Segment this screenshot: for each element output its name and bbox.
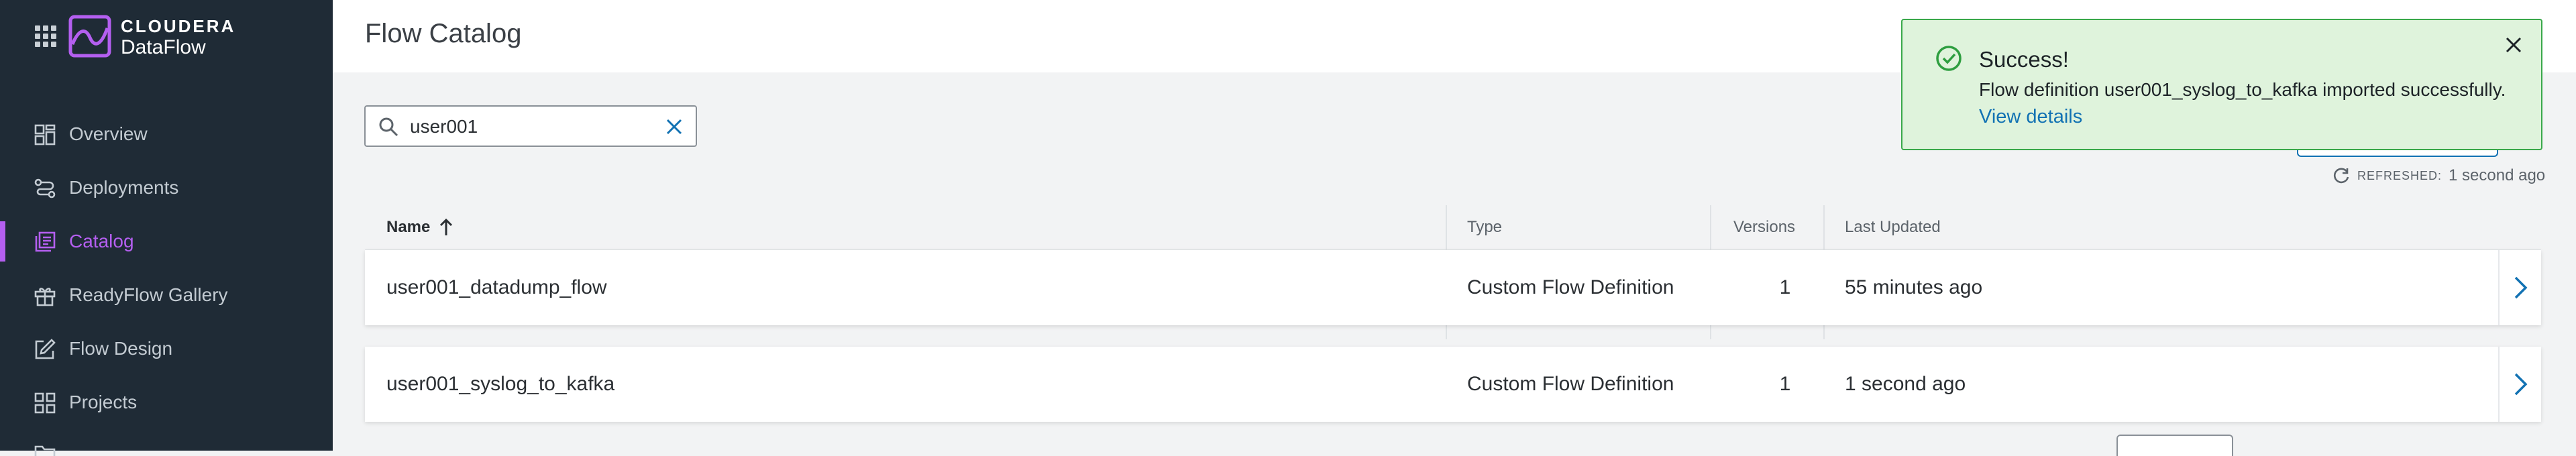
column-header-type[interactable]: Type	[1467, 205, 1502, 249]
table-row[interactable]: user001_datadump_flow Custom Flow Defini…	[365, 250, 2541, 325]
brand-company: CLOUDERA	[121, 16, 236, 36]
view-details-link[interactable]: View details	[1979, 106, 2082, 128]
sidebar-item-projects[interactable]: Projects	[0, 376, 333, 429]
sidebar: CLOUDERA DataFlow Overview Deployments C…	[0, 0, 333, 456]
projects-icon	[34, 392, 56, 414]
overview-icon	[34, 124, 56, 146]
column-header-label: Name	[386, 218, 431, 236]
catalog-icon	[35, 231, 56, 252]
sidebar-item-label: Catalog	[69, 231, 134, 251]
refresh-icon[interactable]	[2332, 166, 2351, 185]
flow-last-updated: 1 second ago	[1845, 373, 1966, 395]
row-expand-button[interactable]	[2498, 347, 2541, 422]
column-header-versions[interactable]: Versions	[1733, 205, 1795, 249]
flow-versions: 1	[1779, 276, 1791, 298]
sidebar-item-flow-design[interactable]: Flow Design	[0, 322, 333, 376]
close-icon[interactable]	[2504, 35, 2524, 55]
column-header-name[interactable]: Name	[386, 205, 454, 249]
sidebar-item-catalog[interactable]: Catalog	[0, 215, 333, 268]
flow-name: user001_datadump_flow	[386, 276, 607, 298]
flow-type: Custom Flow Definition	[1467, 276, 1674, 298]
sidebar-item-deployments[interactable]: Deployments	[0, 161, 333, 215]
refresh-time: 1 second ago	[2449, 166, 2546, 184]
search-icon	[379, 117, 398, 137]
flow-table: Name Type Versions Last Updated user001_…	[365, 205, 2541, 443]
success-toast: Success! Flow definition user001_syslog_…	[1901, 19, 2542, 150]
page-title: Flow Catalog	[365, 19, 522, 48]
check-circle-icon	[1936, 46, 1962, 71]
sidebar-item-label: ReadyFlow Gallery	[69, 284, 228, 305]
table-row[interactable]: user001_syslog_to_kafka Custom Flow Defi…	[365, 347, 2541, 422]
sidebar-item-more[interactable]	[0, 429, 333, 456]
sidebar-item-label: Overview	[69, 123, 148, 144]
toast-message: Flow definition user001_syslog_to_kafka …	[1979, 79, 2506, 100]
sidebar-item-readyflow-gallery[interactable]: ReadyFlow Gallery	[0, 268, 333, 322]
page-size-select[interactable]	[2116, 435, 2233, 456]
refresh-status: REFRESHED: 1 second ago	[2332, 166, 2545, 185]
flow-type: Custom Flow Definition	[1467, 373, 1674, 395]
toast-title: Success!	[1979, 47, 2069, 72]
column-header-last-updated[interactable]: Last Updated	[1845, 205, 1941, 249]
sidebar-item-overview[interactable]: Overview	[0, 107, 333, 161]
chevron-right-icon	[2514, 276, 2528, 299]
chevron-right-icon	[2514, 373, 2528, 396]
gift-icon	[34, 288, 56, 306]
clear-icon[interactable]	[663, 116, 685, 137]
refresh-label: REFRESHED:	[2357, 168, 2443, 182]
sidebar-item-label: Projects	[69, 392, 138, 412]
flow-last-updated: 55 minutes ago	[1845, 276, 1983, 298]
sidebar-item-label: Deployments	[69, 177, 179, 198]
flow-versions: 1	[1779, 373, 1791, 395]
search-input[interactable]	[409, 113, 639, 140]
table-header: Name Type Versions Last Updated	[365, 205, 2541, 250]
app-switcher-icon[interactable]	[35, 25, 56, 47]
row-expand-button[interactable]	[2498, 250, 2541, 325]
sort-ascending-icon	[440, 218, 453, 235]
sidebar-nav: Overview Deployments Catalog ReadyFlow G…	[0, 107, 333, 456]
deployments-icon	[34, 178, 56, 198]
search-box[interactable]	[364, 105, 697, 147]
brand[interactable]: CLOUDERA DataFlow	[121, 16, 235, 59]
folder-icon	[34, 445, 56, 456]
brand-product: DataFlow	[121, 36, 206, 58]
sidebar-item-label: Flow Design	[69, 338, 173, 359]
cloudera-logo-icon	[68, 15, 111, 58]
flow-name: user001_syslog_to_kafka	[386, 373, 615, 395]
edit-icon	[35, 339, 56, 359]
